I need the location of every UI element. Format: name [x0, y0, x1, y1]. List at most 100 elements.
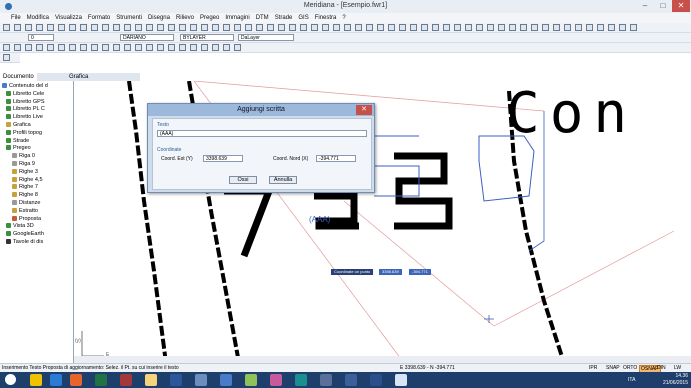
tree-item[interactable]: Libretto PL C	[6, 106, 45, 113]
menu-strumenti[interactable]: Strumenti	[113, 13, 145, 23]
toolbar-tool-icon[interactable]	[69, 24, 76, 31]
toolbar-tool-icon[interactable]	[586, 24, 593, 31]
menu-strade[interactable]: Strade	[272, 13, 296, 23]
language-indicator[interactable]: ITA	[628, 377, 635, 383]
toolbar-tool-icon[interactable]	[619, 24, 626, 31]
tree-item[interactable]: Strade	[6, 138, 29, 145]
toolbar-tool-icon[interactable]	[245, 24, 252, 31]
menu-formato[interactable]: Formato	[85, 13, 113, 23]
toolbar-tool-icon[interactable]	[608, 24, 615, 31]
toolbar-tool-icon[interactable]	[421, 24, 428, 31]
toolbar-tool-icon[interactable]	[531, 24, 538, 31]
toolbar-tool-icon[interactable]	[69, 44, 76, 51]
toolbar-tool-icon[interactable]	[333, 24, 340, 31]
tree-item[interactable]: Grafica	[6, 122, 31, 129]
toolbar-tool-icon[interactable]	[25, 24, 32, 31]
color-combo[interactable]: DARIANO	[120, 34, 174, 41]
menu-help[interactable]: ?	[339, 13, 348, 23]
toolbar-tool-icon[interactable]	[267, 24, 274, 31]
layer-combo[interactable]: 0	[28, 34, 54, 41]
toolbar-tool-icon[interactable]	[124, 44, 131, 51]
status-toggle-snap[interactable]: SNAP	[605, 365, 621, 371]
toolbar-tool-icon[interactable]	[575, 24, 582, 31]
menu-modifica[interactable]: Modifica	[24, 13, 52, 23]
toolbar-tool-icon[interactable]	[135, 24, 142, 31]
toolbar-tool-icon[interactable]	[344, 24, 351, 31]
east-input[interactable]: 3398.639	[203, 155, 243, 162]
firefox-icon[interactable]	[70, 374, 82, 386]
toolbar-tool-icon[interactable]	[553, 24, 560, 31]
menu-finestra[interactable]: Finestra	[312, 13, 340, 23]
toolbar-tool-icon[interactable]	[80, 44, 87, 51]
access-icon[interactable]	[120, 374, 132, 386]
toolbar-tool-icon[interactable]	[443, 24, 450, 31]
publisher-icon[interactable]	[295, 374, 307, 386]
toolbar-tool-icon[interactable]	[355, 24, 362, 31]
toolbar-tool-icon[interactable]	[487, 24, 494, 31]
tree-item[interactable]: Estratto	[12, 208, 38, 215]
minimize-button[interactable]: –	[636, 0, 654, 12]
toolbar-tool-icon[interactable]	[3, 44, 10, 51]
ie-icon[interactable]	[50, 374, 62, 386]
tree-item[interactable]: Righe 8	[12, 192, 38, 199]
toolbar-tool-icon[interactable]	[47, 24, 54, 31]
clock-time[interactable]: 14.36	[660, 373, 688, 379]
toolbar-tool-icon[interactable]	[410, 24, 417, 31]
status-toggle-lw[interactable]: LW	[673, 365, 682, 371]
menu-file[interactable]: File	[8, 13, 24, 23]
toolbar-tool-icon[interactable]	[3, 24, 10, 31]
toolbar-tool-icon[interactable]	[113, 44, 120, 51]
dialog-close-button[interactable]: ✕	[356, 105, 372, 115]
toolbar-tool-icon[interactable]	[377, 24, 384, 31]
tree-item[interactable]: Pregeo	[6, 145, 31, 152]
north-input[interactable]: -394.771	[316, 155, 356, 162]
toolbar-tool-icon[interactable]	[102, 24, 109, 31]
toolbar-tool-icon[interactable]	[80, 24, 87, 31]
menu-visualizza[interactable]: Visualizza	[52, 13, 85, 23]
toolbar-tool-icon[interactable]	[124, 24, 131, 31]
app-icon-6[interactable]	[345, 374, 357, 386]
toolbar-tool-icon[interactable]	[14, 24, 21, 31]
menu-immagini[interactable]: Immagini	[222, 13, 252, 23]
explorer-icon[interactable]	[30, 374, 42, 386]
toolbar-tool-icon[interactable]	[3, 54, 10, 61]
toolbar-tool-icon[interactable]	[256, 24, 263, 31]
status-toggle-din[interactable]: DIN	[656, 365, 667, 371]
toolbar-tool-icon[interactable]	[564, 24, 571, 31]
tree-item[interactable]: Distanze	[12, 200, 40, 207]
lineweight-combo[interactable]: DaLayer	[238, 34, 294, 41]
app-icon-5[interactable]	[320, 374, 332, 386]
linetype-combo[interactable]: BYLAYER	[180, 34, 234, 41]
app-icon-7[interactable]	[370, 374, 382, 386]
tree-item[interactable]: Profili topog	[6, 130, 42, 137]
toolbar-tool-icon[interactable]	[113, 24, 120, 31]
toolbar-tool-icon[interactable]	[388, 24, 395, 31]
app-icon-1[interactable]	[195, 374, 207, 386]
tab-documento[interactable]: Documento	[0, 73, 37, 81]
toolbar-tool-icon[interactable]	[58, 44, 65, 51]
menu-dtm[interactable]: DTM	[253, 13, 272, 23]
toolbar-tool-icon[interactable]	[190, 24, 197, 31]
toolbar-tool-icon[interactable]	[201, 44, 208, 51]
toolbar-tool-icon[interactable]	[135, 44, 142, 51]
tree-item[interactable]: Contenuto del d	[2, 83, 48, 90]
tree-item[interactable]: Righe 3	[12, 169, 38, 176]
toolbar-tool-icon[interactable]	[278, 24, 285, 31]
tree-item[interactable]: Tavole di dis	[6, 239, 43, 246]
text-input[interactable]: (AAA)	[157, 130, 367, 137]
close-button[interactable]: ✕	[672, 0, 690, 12]
toolbar-tool-icon[interactable]	[498, 24, 505, 31]
toolbar-tool-icon[interactable]	[212, 24, 219, 31]
toolbar-tool-icon[interactable]	[168, 24, 175, 31]
meridiana-task-icon[interactable]	[395, 374, 407, 386]
toolbar-tool-icon[interactable]	[157, 44, 164, 51]
menu-disegna[interactable]: Disegna	[145, 13, 173, 23]
menu-gis[interactable]: GIS	[295, 13, 311, 23]
tree-item[interactable]: Riga 9	[12, 161, 35, 168]
toolbar-tool-icon[interactable]	[234, 24, 241, 31]
toolbar-tool-icon[interactable]	[157, 24, 164, 31]
toolbar-tool-icon[interactable]	[58, 24, 65, 31]
tree-item[interactable]: Libretto GPS	[6, 99, 45, 106]
toolbar-tool-icon[interactable]	[311, 24, 318, 31]
toolbar-tool-icon[interactable]	[91, 24, 98, 31]
